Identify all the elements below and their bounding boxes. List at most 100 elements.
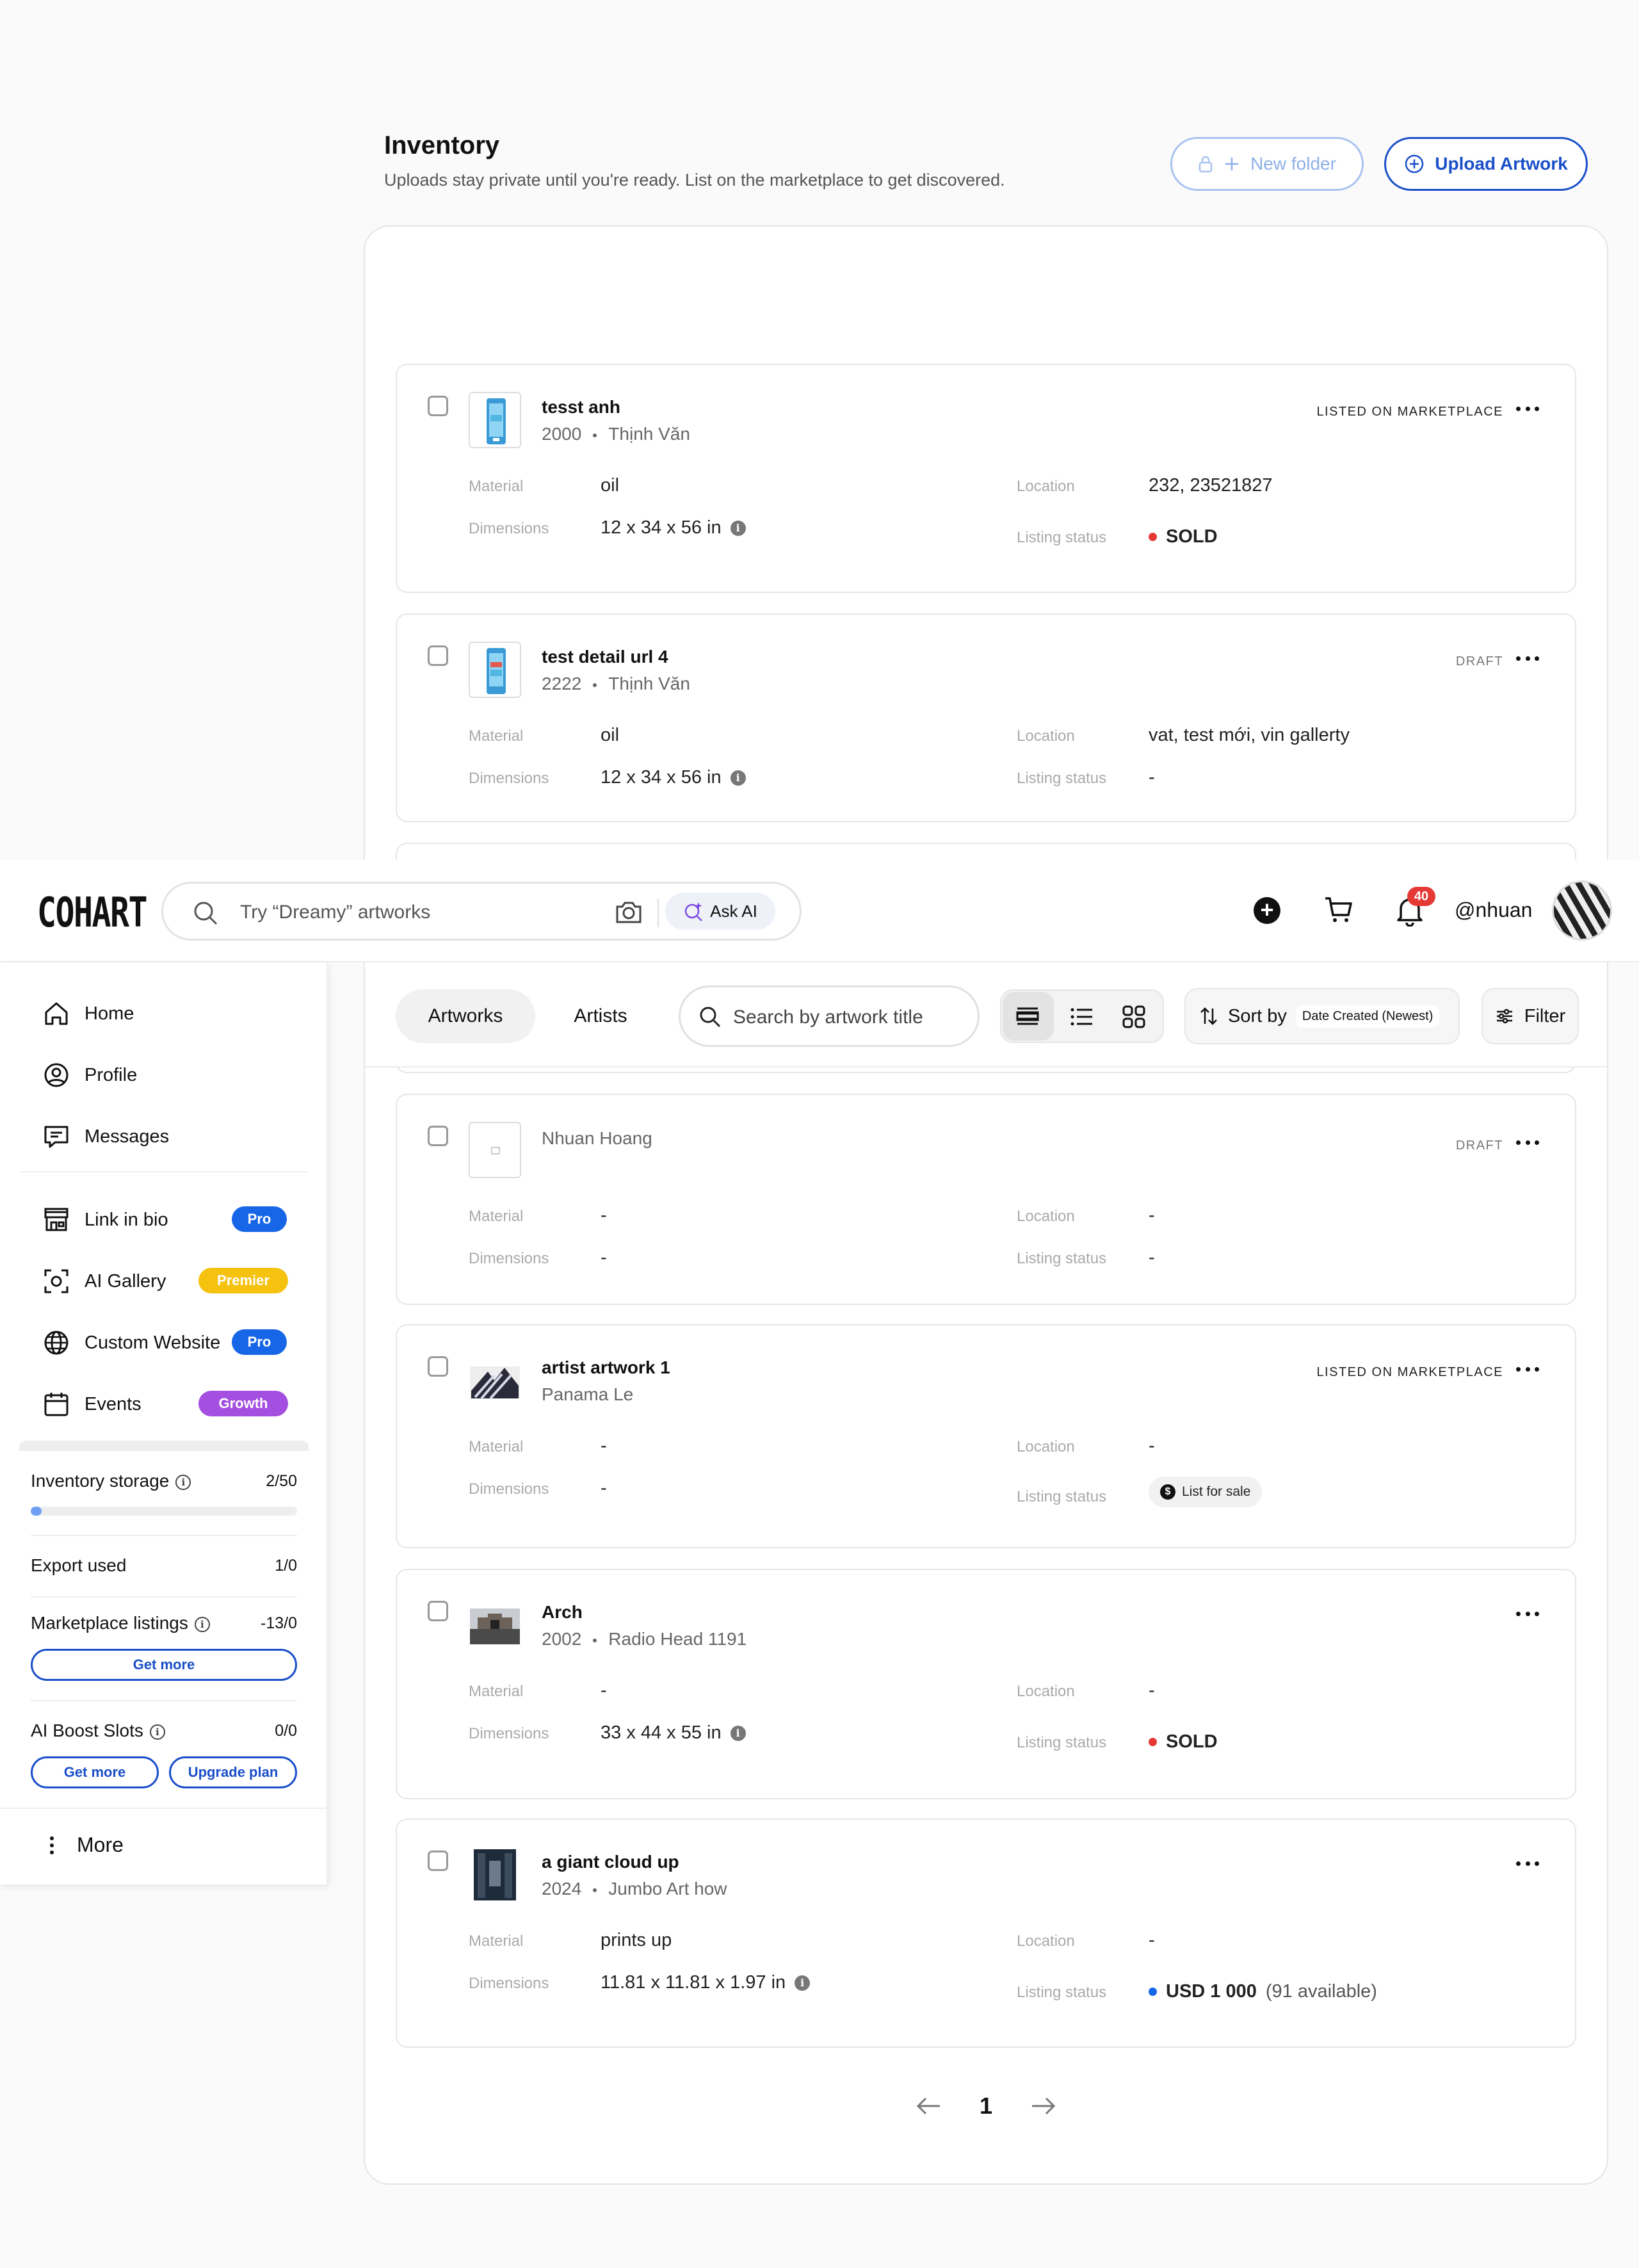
more-options-icon[interactable] — [1516, 1857, 1539, 1870]
upgrade-plan-button[interactable]: Upgrade plan — [169, 1756, 297, 1788]
more-label: More — [77, 1833, 124, 1856]
sidebar-item-label: Custom Website — [85, 1332, 221, 1353]
artwork-title[interactable]: artist artwork 1 — [542, 1357, 670, 1378]
search-icon — [700, 1007, 721, 1028]
upload-artwork-label: Upload Artwork — [1435, 154, 1568, 174]
info-icon[interactable]: i — [149, 1724, 165, 1740]
artwork-title[interactable]: Arch — [542, 1602, 583, 1623]
global-search-bar[interactable]: Try “Dreamy” artworks Ask AI — [161, 882, 802, 941]
info-icon[interactable]: i — [795, 1975, 811, 1991]
view-toggle — [1000, 989, 1164, 1043]
sidebar-divider — [19, 1171, 309, 1172]
sort-label: Sort by — [1228, 1005, 1287, 1026]
location-label: Location — [1017, 1683, 1075, 1700]
get-more-boost-button[interactable]: Get more — [31, 1756, 159, 1788]
select-checkbox[interactable] — [428, 396, 448, 416]
get-more-listings-button[interactable]: Get more — [31, 1649, 297, 1681]
username[interactable]: @nhuan — [1455, 898, 1532, 922]
calendar-icon — [44, 1393, 69, 1416]
info-icon[interactable]: i — [730, 770, 746, 786]
new-folder-label: New folder — [1250, 154, 1336, 174]
list-view-icon[interactable] — [1069, 1005, 1094, 1029]
material-value: - — [601, 1680, 607, 1701]
listing-status-value: USD 1 000 (91 available) — [1149, 1981, 1377, 2002]
usage-label: Marketplace listings — [31, 1613, 188, 1633]
listing-status-label: Listing status — [1017, 770, 1107, 787]
tab-artworks[interactable]: Artworks — [396, 989, 535, 1043]
sidebar-item-profile[interactable]: Profile — [42, 1061, 137, 1089]
filter-label: Filter — [1524, 1005, 1566, 1026]
sidebar-item-messages[interactable]: Messages — [42, 1122, 169, 1151]
more-options-icon[interactable] — [1516, 1607, 1539, 1620]
more-options-icon[interactable] — [1516, 652, 1539, 665]
artwork-card[interactable]: Arch 2002 Radio Head 1191 Material - Dime… — [396, 1569, 1576, 1799]
dimensions-label: Dimensions — [469, 1480, 549, 1498]
pro-badge: Pro — [232, 1206, 287, 1232]
grid-view-icon[interactable] — [1122, 1005, 1146, 1029]
listing-status-value: SOLD — [1149, 1731, 1218, 1753]
home-icon — [45, 1002, 68, 1025]
cohart-logo[interactable]: COHART — [37, 889, 148, 937]
artwork-search-input[interactable]: Search by artwork title — [733, 1007, 923, 1028]
sidebar-item-link-in-bio[interactable]: Link in bio — [42, 1206, 168, 1234]
usage-section-header — [19, 1441, 309, 1451]
artwork-title[interactable]: a giant cloud up — [542, 1852, 679, 1872]
ask-ai-button[interactable]: Ask AI — [665, 893, 775, 930]
cart-icon[interactable] — [1323, 895, 1353, 925]
avatar[interactable] — [1552, 880, 1612, 941]
filter-button[interactable]: Filter — [1482, 988, 1579, 1044]
artwork-card[interactable]: a giant cloud up 2024 Jumbo Art how Mater… — [396, 1818, 1576, 2048]
more-options-icon[interactable] — [1516, 1363, 1539, 1375]
more-options-icon[interactable] — [1516, 402, 1539, 415]
global-search-input[interactable]: Try “Dreamy” artworks — [240, 902, 430, 923]
growth-badge: Growth — [198, 1391, 288, 1416]
list-for-sale-button[interactable]: $ List for sale — [1149, 1477, 1263, 1507]
select-checkbox[interactable] — [428, 1126, 448, 1146]
artwork-card[interactable]: tesst anh 2000 Thịnh Văn LISTED ON MARKET… — [396, 364, 1576, 593]
sort-dropdown[interactable]: Sort by Date Created (Newest) — [1184, 988, 1460, 1044]
select-checkbox[interactable] — [428, 1356, 448, 1377]
sidebar-item-events[interactable]: Events — [42, 1390, 141, 1418]
listing-status-label: Listing status — [1017, 1734, 1107, 1751]
select-checkbox[interactable] — [428, 1851, 448, 1871]
artwork-search-bar[interactable]: Search by artwork title — [679, 985, 980, 1047]
detailed-list-view-icon[interactable] — [1015, 1005, 1040, 1029]
camera-icon[interactable] — [615, 899, 643, 925]
select-checkbox[interactable] — [428, 645, 448, 666]
ai-boost-slots-row: AI Boost Slots i 0/0 — [31, 1721, 297, 1741]
info-icon[interactable]: i — [175, 1474, 191, 1490]
sort-arrows-icon — [1200, 1007, 1217, 1025]
arrow-right-icon[interactable] — [1031, 2096, 1056, 2116]
usage-count: 1/0 — [275, 1557, 297, 1575]
info-icon[interactable]: i — [730, 1725, 746, 1741]
tab-artists[interactable]: Artists — [543, 989, 658, 1043]
sold-dot-icon — [1149, 533, 1157, 541]
artwork-card[interactable]: test detail url 4 2222 Thịnh Văn DRAFT Ma… — [396, 613, 1576, 822]
page-number[interactable]: 1 — [980, 2093, 992, 2119]
new-folder-button[interactable]: New folder — [1170, 137, 1364, 191]
ai-scan-icon — [44, 1269, 69, 1293]
divider — [658, 899, 659, 927]
artwork-title[interactable]: tesst anh — [542, 397, 620, 417]
sidebar-item-label: Events — [85, 1393, 141, 1414]
sidebar-item-home[interactable]: Home — [42, 1000, 134, 1028]
dimensions-label: Dimensions — [469, 770, 549, 787]
sidebar-more-button[interactable]: More — [50, 1833, 124, 1857]
storefront-icon — [44, 1208, 69, 1231]
usage-count: 0/0 — [275, 1722, 297, 1740]
artwork-card[interactable]: artist artwork 1 Panama Le LISTED ON MAR… — [396, 1324, 1576, 1548]
select-checkbox[interactable] — [428, 1601, 448, 1621]
sidebar-item-custom-website[interactable]: Custom Website — [42, 1329, 220, 1357]
storage-progress-fill — [31, 1507, 42, 1516]
artwork-card[interactable]: Nhuan Hoang DRAFT Material - Dimensions … — [396, 1094, 1576, 1305]
artwork-title[interactable]: test detail url 4 — [542, 647, 668, 667]
arrow-left-icon[interactable] — [916, 2096, 941, 2116]
create-plus-icon[interactable]: + — [1254, 897, 1280, 924]
info-icon[interactable]: i — [194, 1616, 210, 1632]
info-icon[interactable]: i — [730, 520, 746, 536]
premier-badge: Premier — [198, 1268, 288, 1293]
sidebar-item-ai-gallery[interactable]: AI Gallery — [42, 1267, 166, 1295]
location-label: Location — [1017, 1932, 1075, 1950]
upload-artwork-button[interactable]: Upload Artwork — [1384, 137, 1588, 191]
more-options-icon[interactable] — [1516, 1136, 1539, 1149]
